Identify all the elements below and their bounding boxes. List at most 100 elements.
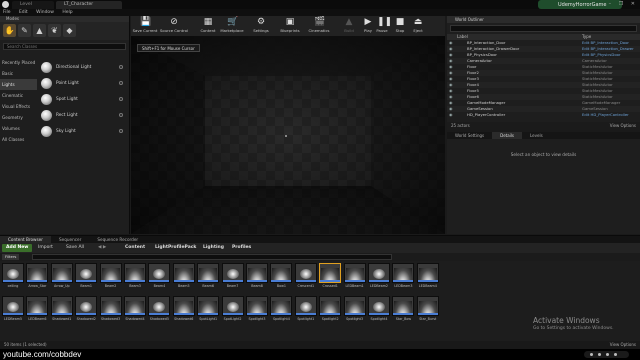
filters-button[interactable]: Filters [2,254,20,260]
asset-tile[interactable]: LEDBeam1 [343,263,366,288]
viewport-options-button[interactable]: Shift+F1 for Mouse Cursor [137,44,200,52]
asset-tile[interactable]: Beam2 [99,263,122,288]
info-icon[interactable] [119,113,123,117]
asset-tile[interactable]: Shadowed6 [172,296,195,321]
geometry-mode-icon[interactable]: ◆ [63,24,76,37]
asset-tile[interactable]: Crossed1 [319,263,342,288]
asset-tile[interactable]: Arrow_Star [26,263,49,288]
blueprints-button[interactable]: ▣ Blueprints [277,17,303,36]
modes-search-input[interactable]: Search Classes [3,43,126,50]
tab-levels[interactable]: Levels [522,132,551,139]
place-sky-light[interactable]: Sky Light [38,123,128,139]
visibility-eye-icon[interactable]: ◉ [449,112,453,118]
asset-tile[interactable]: Spotlight3 [343,296,366,321]
tab-sequencer[interactable]: Sequencer [51,236,89,243]
asset-tile[interactable]: LEDBeam4 [416,263,439,288]
category-volumes[interactable]: Volumes [0,123,37,134]
menu-file[interactable]: File [3,10,11,15]
category-visual-effects[interactable]: Visual Effects [0,101,37,112]
place-rect-light[interactable]: Rect Light [38,107,128,123]
settings-button[interactable]: ⚙ Settings [248,17,274,36]
asset-tile[interactable]: LEDBeam2 [368,263,390,288]
category-recently-placed[interactable]: Recently Placed [0,57,37,68]
paint-mode-icon[interactable]: ✎ [18,24,31,37]
asset-tile[interactable]: Shadowed2 [75,296,98,321]
eject-button[interactable]: ⏏ Eject [405,17,431,36]
foliage-mode-icon[interactable]: ❦ [48,24,61,37]
asset-search-input[interactable] [32,254,392,260]
asset-tile[interactable]: Spotlight2 [319,296,342,321]
asset-tile[interactable]: Beam4 [148,263,171,288]
tab-lt-character[interactable]: LT_Character [56,1,122,9]
category-all-classes[interactable]: All Classes [0,134,37,145]
asset-tile[interactable]: Beam8 [246,263,268,288]
info-icon[interactable] [119,97,123,101]
asset-tile[interactable]: ceiling [2,263,24,288]
place-directional-light[interactable]: Directional Light [38,59,128,75]
asset-tile[interactable]: SpotLight1 [197,296,220,321]
outliner-search-input[interactable] [450,25,637,32]
category-lights[interactable]: Lights [0,79,37,90]
info-icon[interactable] [119,81,123,85]
asset-tile[interactable]: Beam7 [221,263,244,288]
asset-tile[interactable]: LEDBeam6 [26,296,49,321]
tab-level[interactable]: Level [12,1,54,9]
marketplace-button[interactable]: 🛒 Marketplace [219,17,245,36]
asset-tile[interactable]: Crescent1 [294,263,317,288]
place-spot-light[interactable]: Spot Light [38,91,128,107]
asset-tile[interactable]: Beam6 [197,263,220,288]
cinematics-button[interactable]: 🎬 Cinematics [306,17,332,36]
video-controls-pill[interactable] [584,351,629,358]
info-icon[interactable] [119,129,123,133]
outliner-view-options-button[interactable]: View Options [610,122,636,130]
level-viewport[interactable]: Shift+F1 for Mouse Cursor [131,36,445,234]
tab-world-settings[interactable]: World Settings [447,132,492,139]
menu-edit[interactable]: Edit [19,10,28,15]
history-nav-icon[interactable]: ◀ ▶ [98,243,106,253]
asset-tile[interactable]: Spotlight3 [246,296,268,321]
asset-tile[interactable]: Spotlight4 [270,296,293,321]
menu-help[interactable]: Help [62,10,72,15]
asset-tile[interactable]: Bow1 [270,263,293,288]
category-basic[interactable]: Basic [0,68,37,79]
asset-tile[interactable]: Arrow_Up [50,263,73,288]
asset-tile[interactable]: Star_Burst [416,296,439,321]
outliner-row[interactable]: ◉ HD_PlayerController Edit HD_PlayerContro… [447,112,640,118]
asset-tile[interactable]: SpotLight2 [221,296,244,321]
asset-tile[interactable]: Beam5 [172,263,195,288]
add-new-button[interactable]: Add New [2,244,33,252]
menu-window[interactable]: Window [36,10,54,15]
asset-tile[interactable]: Shadowed5 [148,296,171,321]
breadcrumb-content[interactable]: Content [125,243,145,253]
breadcrumb-lighting[interactable]: Lighting [203,243,224,253]
window-controls[interactable]: – ❐ ✕ [609,1,638,7]
category-geometry[interactable]: Geometry [0,112,37,123]
tab-content-browser[interactable]: Content Browser [0,236,51,243]
source-control-button[interactable]: ⊘ Source Control [159,17,189,36]
place-point-light[interactable]: Point Light [38,75,128,91]
info-icon[interactable] [119,65,123,69]
save-all-button[interactable]: Save All [66,243,84,253]
asset-tile[interactable]: Beam1 [75,263,98,288]
place-mode-icon[interactable]: ✋ [3,24,16,37]
tab-details[interactable]: Details [492,132,523,139]
tab-sequence-recorder[interactable]: Sequence Recorder [89,236,146,243]
category-cinematic[interactable]: Cinematic [0,90,37,101]
asset-tile[interactable]: Shadowed4 [124,296,146,321]
asset-tile[interactable]: Spotlight4 [368,296,390,321]
asset-tile[interactable]: Shadowed3 [99,296,122,321]
content-view-options-button[interactable]: View Options [610,341,636,349]
landscape-mode-icon[interactable]: ▲ [33,24,46,37]
asset-tile[interactable]: Star_Bow [392,296,415,321]
save-current-button[interactable]: 💾 Save Current [132,17,158,36]
asset-tile[interactable]: LEDBeam5 [2,296,24,321]
asset-tile[interactable]: Shadowed1 [50,296,73,321]
breadcrumb-profiles[interactable]: Profiles [232,243,251,253]
asset-tile[interactable]: Beam3 [124,263,146,288]
content-button[interactable]: ▦ Content [195,17,221,36]
actor-type[interactable]: Edit HD_PlayerController [582,112,629,118]
asset-tile[interactable]: Spotlight1 [294,296,317,321]
breadcrumb-lightprofilepack[interactable]: LightProfilePack [155,243,196,253]
world-outliner-title[interactable]: World Outliner [447,16,640,23]
asset-tile[interactable]: LEDBeam3 [392,263,415,288]
